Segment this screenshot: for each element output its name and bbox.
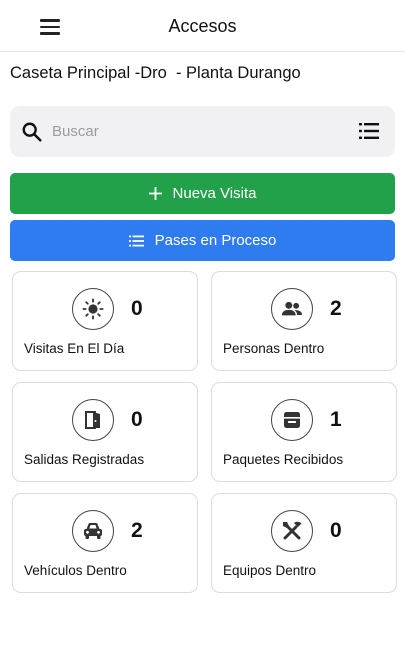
stat-label: Visitas En El Día [24, 341, 125, 356]
stat-card-exits-registered[interactable]: 0 Salidas Registradas [12, 382, 198, 482]
location-label: Caseta Principal -Dro - Planta Durango [10, 64, 301, 82]
stat-label: Equipos Dentro [223, 563, 317, 578]
passes-in-process-button[interactable]: Pases en Proceso [10, 220, 395, 261]
stat-label: Salidas Registradas [24, 452, 145, 467]
passes-label: Pases en Proceso [154, 232, 277, 249]
app-header: Accesos [0, 0, 405, 52]
new-visit-label: Nueva Visita [172, 185, 257, 202]
people-icon [271, 288, 313, 330]
stat-count: 2 [131, 519, 143, 542]
stat-label: Vehículos Dentro [24, 563, 127, 578]
car-icon [72, 510, 114, 552]
package-icon [271, 399, 313, 441]
new-visit-button[interactable]: Nueva Visita [10, 173, 395, 214]
door-exit-icon [72, 399, 114, 441]
list-icon[interactable] [359, 122, 379, 140]
stat-card-people-inside[interactable]: 2 Personas Dentro [211, 271, 397, 371]
stat-count: 0 [131, 297, 143, 320]
stat-label: Personas Dentro [223, 341, 325, 356]
stat-card-equipment-inside[interactable]: 0 Equipos Dentro [211, 493, 397, 593]
stat-count: 0 [131, 408, 143, 431]
search-bar [10, 106, 395, 157]
plus-icon [148, 187, 162, 200]
sun-icon [72, 288, 114, 330]
page-title: Accesos [168, 16, 237, 36]
search-icon [22, 122, 42, 142]
stat-count: 1 [330, 408, 342, 431]
stat-card-vehicles-inside[interactable]: 2 Vehículos Dentro [12, 493, 198, 593]
stat-label: Paquetes Recibidos [223, 452, 344, 467]
tools-icon [271, 510, 313, 552]
stat-count: 0 [330, 519, 342, 542]
stat-card-visits-today[interactable]: 0 Visitas En El Día [12, 271, 198, 371]
stat-count: 2 [330, 297, 342, 320]
stat-card-packages-received[interactable]: 1 Paquetes Recibidos [211, 382, 397, 482]
list-icon [128, 235, 144, 247]
search-input[interactable] [52, 116, 342, 147]
